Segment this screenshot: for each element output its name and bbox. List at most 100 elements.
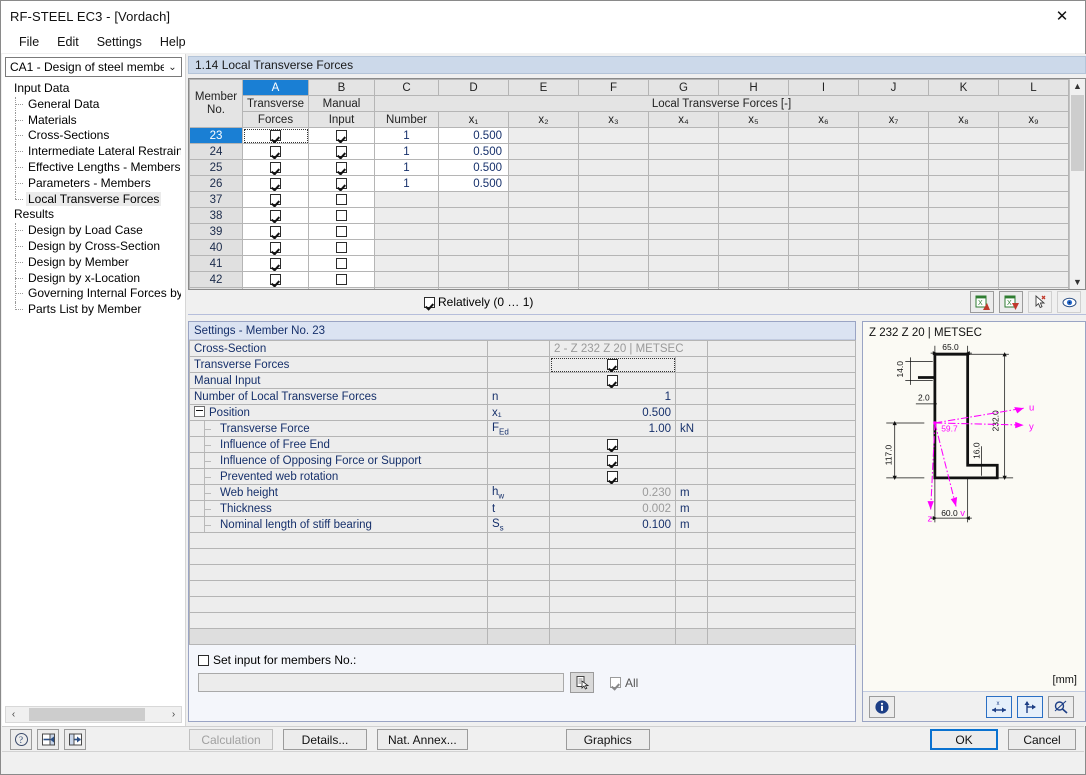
grid-cell-x7[interactable] [858, 271, 929, 289]
transverse-forces-checkbox[interactable] [270, 225, 281, 237]
sidebar-item-parts-list-by-member[interactable]: Parts List by Member [6, 302, 181, 318]
sidebar-item-design-by-member[interactable]: Design by Member [6, 254, 181, 271]
grid-cell-x7[interactable] [858, 127, 929, 145]
grid-cell-number[interactable] [374, 255, 439, 273]
menu-item-settings[interactable]: Settings [88, 33, 151, 51]
grid-cell-x3[interactable] [578, 127, 649, 145]
grid-cell-number[interactable]: 1 [374, 127, 439, 145]
settings-row-value[interactable]: 2 - Z 232 Z 20 | METSEC [549, 340, 708, 358]
grid-cell-x3[interactable] [578, 191, 649, 209]
grid-cell-x1[interactable] [438, 207, 509, 225]
sidebar-item-local-transverse-forces[interactable]: Local Transverse Forces [6, 191, 181, 208]
collapse-icon[interactable] [194, 406, 205, 418]
manual-input-checkbox[interactable] [336, 161, 347, 173]
grid-cell-transverse-forces[interactable] [242, 239, 309, 257]
grid-cell-x5[interactable] [718, 159, 789, 177]
set-input-checkbox[interactable]: Set input for members No.: [198, 653, 855, 667]
grid-cell-x6[interactable] [788, 239, 859, 257]
grid-cell-x8[interactable] [928, 127, 999, 145]
settings-row-value[interactable]: 0.230 [549, 484, 676, 502]
grid-cell-transverse-forces[interactable] [242, 127, 309, 145]
grid-cell-x9[interactable] [998, 271, 1069, 289]
grid-cell-x2[interactable] [508, 159, 579, 177]
scroll-right-icon[interactable]: › [166, 707, 181, 722]
grid-cell-x7[interactable] [858, 223, 929, 241]
menu-item-help[interactable]: Help [151, 33, 195, 51]
grid-cell-x9[interactable] [998, 239, 1069, 257]
grid-cell-x1[interactable] [438, 255, 509, 273]
grid-cell-x9[interactable] [998, 207, 1069, 225]
settings-row-value[interactable] [549, 468, 676, 486]
grid-cell-x2[interactable] [508, 271, 579, 289]
grid-cell-manual-input[interactable] [308, 239, 375, 257]
grid-cell-transverse-forces[interactable] [242, 143, 309, 161]
settings-row[interactable]: Prevented web rotation [189, 468, 856, 486]
grid-cell-manual-input[interactable] [308, 207, 375, 225]
calculation-button[interactable]: Calculation [189, 729, 273, 750]
grid-column-header-f[interactable]: F [578, 79, 649, 97]
grid-cell-x2[interactable] [508, 223, 579, 241]
grid-cell-number[interactable] [374, 207, 439, 225]
axes-icon[interactable] [1017, 695, 1043, 718]
table-row[interactable]: 23 1 0.500 [189, 127, 1069, 145]
grid-cell-number[interactable] [374, 271, 439, 289]
sidebar-item-general-data[interactable]: General Data [6, 96, 181, 113]
close-icon[interactable]: ✕ [1039, 1, 1085, 31]
table-row[interactable]: 38 [189, 207, 1069, 225]
manual-input-checkbox[interactable] [336, 193, 347, 205]
grid-table[interactable]: Member No. A B C D E F G H I J K L Transverse Manual Loc… [189, 79, 1069, 290]
grid-cell-x8[interactable] [928, 207, 999, 225]
manual-input-checkbox[interactable] [336, 225, 347, 237]
grid-cell-x7[interactable] [858, 255, 929, 273]
settings-row[interactable]: Cross-Section 2 - Z 232 Z 20 | METSEC [189, 340, 856, 358]
info-icon[interactable] [869, 695, 895, 718]
grid-cell-x3[interactable] [578, 159, 649, 177]
grid-cell-x8[interactable] [928, 255, 999, 273]
manual-input-checkbox[interactable] [336, 129, 347, 141]
settings-row-value[interactable] [549, 356, 676, 374]
grid-cell-x1[interactable]: 0.500 [438, 175, 509, 193]
sidebar-item-design-by-cross-section[interactable]: Design by Cross-Section [6, 238, 181, 255]
sidebar-item-design-by-x-location[interactable]: Design by x-Location [6, 270, 181, 287]
grid-cell-x1[interactable]: 0.500 [438, 159, 509, 177]
vscroll-thumb[interactable] [1071, 95, 1084, 172]
grid-cell-x2[interactable] [508, 175, 579, 193]
settings-row-value[interactable] [549, 436, 676, 454]
excel-import-icon[interactable]: X [970, 291, 994, 314]
grid-cell-x4[interactable] [648, 223, 719, 241]
sidebar-item-effective-lengths-members[interactable]: Effective Lengths - Members [6, 159, 181, 176]
grid-row-number[interactable]: 25 [189, 159, 243, 177]
grid-cell-x9[interactable] [998, 143, 1069, 161]
grid-row-number[interactable]: 38 [189, 207, 243, 225]
transverse-forces-grid[interactable]: Member No. A B C D E F G H I J K L Transverse Manual Loc… [188, 78, 1086, 291]
set-input-checkbox-box[interactable] [198, 654, 209, 666]
sidebar-item-design-by-load-case[interactable]: Design by Load Case [6, 223, 181, 239]
grid-cell-transverse-forces[interactable] [242, 207, 309, 225]
grid-column-header-e[interactable]: E [508, 79, 579, 97]
grid-column-header-l[interactable]: L [998, 79, 1069, 97]
hscroll-thumb[interactable] [29, 708, 145, 721]
settings-row-value[interactable]: 0.500 [549, 404, 676, 422]
scroll-up-icon[interactable]: ▲ [1070, 79, 1085, 94]
manual-input-checkbox[interactable] [336, 241, 347, 253]
grid-cell-x6[interactable] [788, 191, 859, 209]
grid-cell-x8[interactable] [928, 239, 999, 257]
sidebar-item-materials[interactable]: Materials [6, 112, 181, 129]
relatively-checkbox[interactable]: Relatively (0 … 1) [424, 295, 533, 309]
settings-checkbox[interactable] [607, 438, 618, 450]
sidebar-item-cross-sections[interactable]: Cross-Sections [6, 128, 181, 144]
grid-cell-number[interactable] [374, 223, 439, 241]
grid-cell-x2[interactable] [508, 143, 579, 161]
navigator-hscrollbar[interactable]: ‹ › [5, 706, 182, 723]
settings-row-value[interactable]: 1.00 [549, 420, 676, 438]
sidebar-item-governing-internal-forces-by-m[interactable]: Governing Internal Forces by M [6, 286, 181, 302]
grid-cell-x4[interactable] [648, 191, 719, 209]
scroll-down-icon[interactable]: ▼ [1070, 275, 1085, 290]
grid-cell-x6[interactable] [788, 255, 859, 273]
all-members-checkbox-box[interactable] [610, 677, 621, 689]
grid-cell-x4[interactable] [648, 143, 719, 161]
grid-cell-x8[interactable] [928, 271, 999, 289]
settings-row[interactable]: Influence of Opposing Force or Support [189, 452, 856, 470]
settings-row[interactable]: Nominal length of stiff bearing Ss 0.100 m [189, 516, 856, 534]
grid-cell-x6[interactable] [788, 271, 859, 289]
